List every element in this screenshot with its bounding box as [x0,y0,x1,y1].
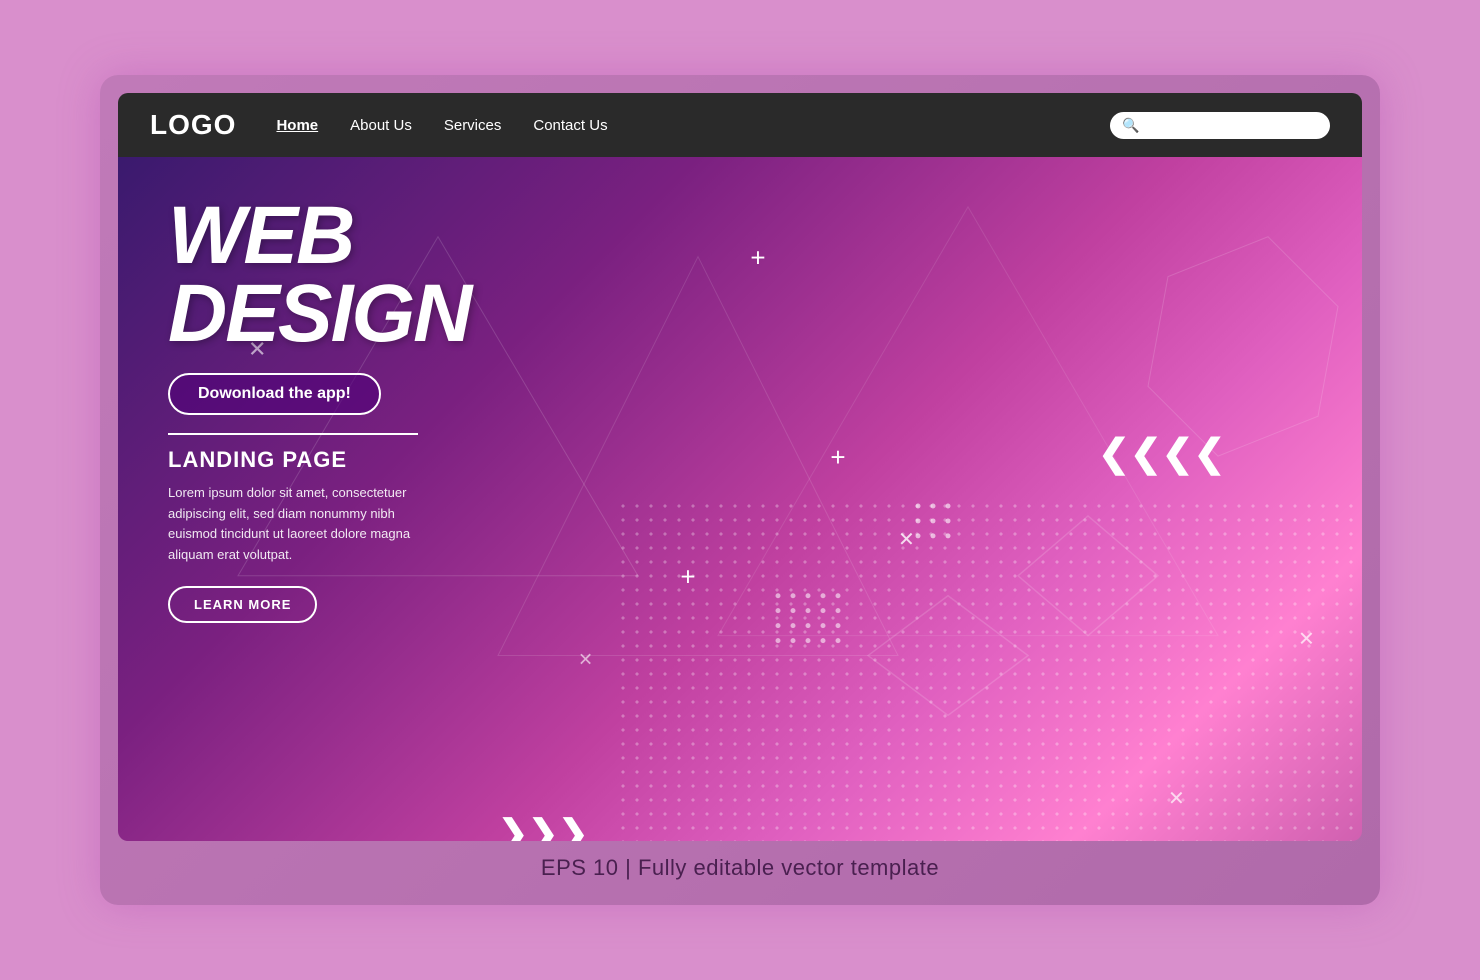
landing-page-label: LANDING PAGE [168,447,470,473]
svg-text:✕: ✕ [1168,788,1185,810]
download-button[interactable]: Dowonload the app! [168,373,381,415]
svg-text:❮❮❮❮: ❮❮❮❮ [1098,433,1225,476]
nav-links: Home About Us Services Contact Us [276,117,1070,134]
svg-text:+: + [680,562,695,592]
svg-text:✕: ✕ [578,650,593,670]
hero-title-line2: DESIGN [168,275,470,353]
logo: LOGO [150,109,236,141]
svg-text:+: + [750,243,765,273]
divider [168,433,418,435]
nav-home[interactable]: Home [276,117,318,134]
outer-frame: LOGO Home About Us Services Contact Us 🔍 [100,75,1380,905]
search-bar[interactable]: 🔍 [1110,112,1330,139]
nav-services[interactable]: Services [444,117,502,134]
nav-about[interactable]: About Us [350,117,412,134]
svg-text:❯❯❯: ❯❯❯ [498,812,588,841]
svg-text:✕: ✕ [898,529,915,551]
hero-section: ✕ ✕ ✕ ✕ ✕ + + + [118,157,1362,841]
caption-text: EPS 10 | Fully editable vector template [118,841,1362,887]
hero-title-line1: WEB [168,197,470,275]
navbar: LOGO Home About Us Services Contact Us 🔍 [118,93,1362,157]
svg-text:✕: ✕ [1298,629,1315,651]
browser-window: LOGO Home About Us Services Contact Us 🔍 [118,93,1362,841]
search-icon: 🔍 [1122,117,1139,134]
hero-content: WEB DESIGN Dowonload the app! LANDING PA… [168,197,470,623]
halftone-pattern [616,499,1362,841]
lorem-text: Lorem ipsum dolor sit amet, consectetuer… [168,483,428,566]
learn-more-button[interactable]: LEARN MORE [168,586,317,623]
nav-contact[interactable]: Contact Us [533,117,607,134]
svg-text:+: + [830,442,845,472]
search-input[interactable] [1147,117,1327,133]
